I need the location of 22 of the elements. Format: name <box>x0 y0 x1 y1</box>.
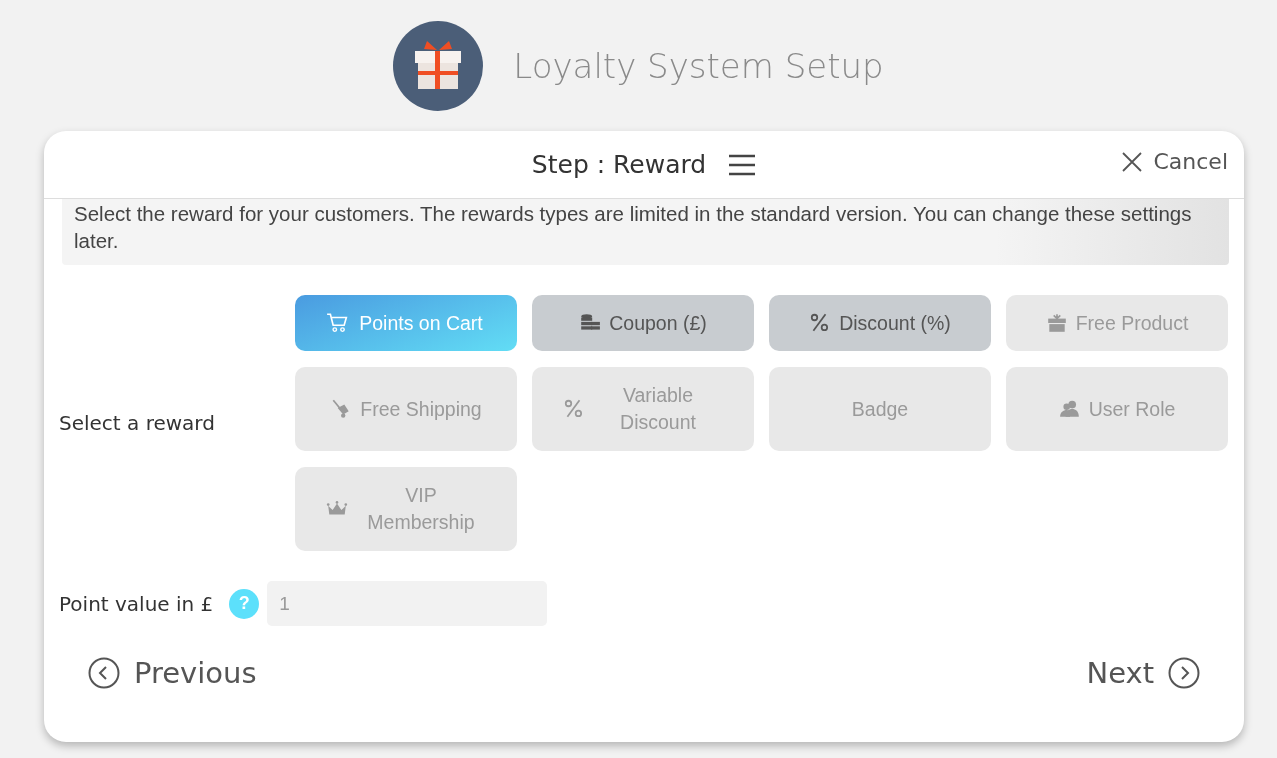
gift-logo-icon <box>393 20 484 111</box>
cancel-button[interactable]: Cancel <box>1121 149 1228 174</box>
percent-icon <box>563 398 585 420</box>
previous-button[interactable]: Previous <box>88 656 257 690</box>
close-icon <box>1121 150 1144 173</box>
point-value-field[interactable]: 1 <box>267 581 548 626</box>
chevron-right-icon <box>1168 657 1200 689</box>
step-title: Step : Reward <box>531 150 707 179</box>
reward-option[interactable]: Coupon (£) <box>532 295 754 351</box>
gift-icon <box>1045 312 1068 334</box>
reward-label: Select a reward <box>59 411 215 435</box>
chevron-left-icon <box>88 657 120 689</box>
menu-icon[interactable] <box>728 153 757 176</box>
cart-icon <box>326 312 348 334</box>
next-button[interactable]: Next <box>1086 656 1200 690</box>
reward-option[interactable]: Discount (%) <box>769 295 991 351</box>
help-button[interactable]: ? <box>229 588 260 619</box>
app-title: Loyalty System Setup <box>513 45 884 86</box>
point-value-label: Point value in £ <box>59 591 214 616</box>
reward-option[interactable]: Points on Cart <box>295 295 517 351</box>
users-icon <box>1058 398 1081 420</box>
description-text: Select the reward for your customers. The rewards types are limited in the standard version. You can change these settings later. <box>62 199 1229 265</box>
